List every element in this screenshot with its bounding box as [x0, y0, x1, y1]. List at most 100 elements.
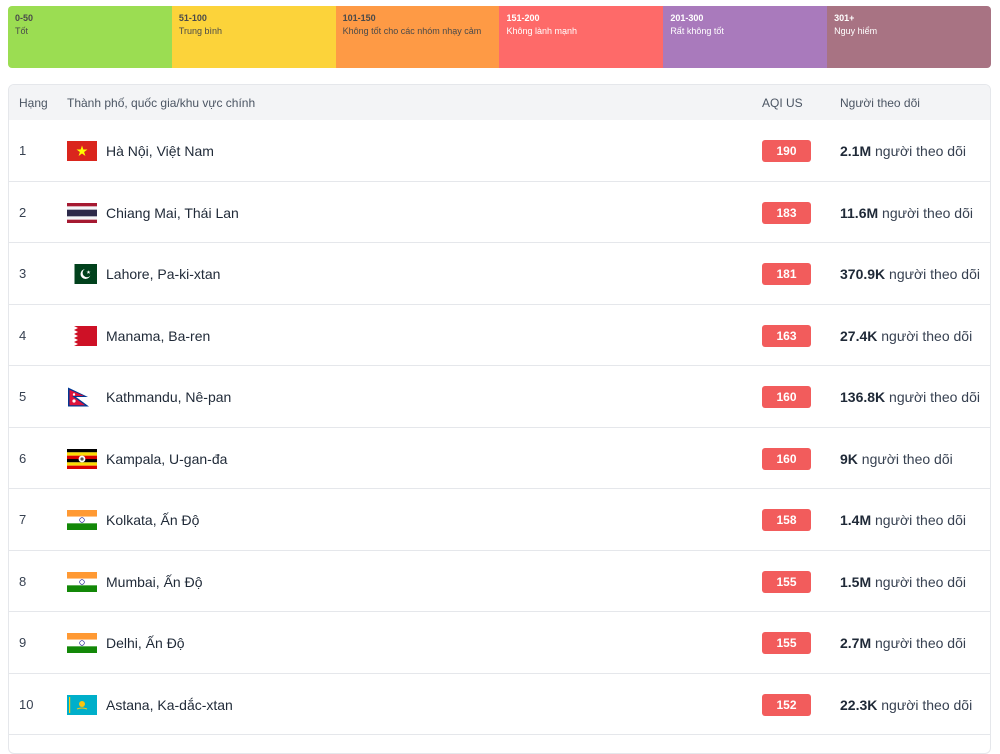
aqi-badge: 190: [762, 140, 811, 162]
followers-suffix: người theo dõi: [889, 389, 980, 405]
table-row[interactable]: 8 Mumbai, Ấn Độ 155 1.5M người theo dõi: [9, 551, 990, 612]
table-row[interactable]: 7 Kolkata, Ấn Độ 158 1.4M người theo dõi: [9, 489, 990, 551]
table-row[interactable]: 2 Chiang Mai, Thái Lan 183 11.6M người t…: [9, 182, 990, 243]
table-row[interactable]: 10 Astana, Ka-dắc-xtan 152 22.3K người t…: [9, 674, 990, 735]
followers-suffix: người theo dõi: [875, 143, 966, 159]
india-flag-icon: [67, 510, 97, 530]
legend-unhealthy: 151-200 Không lành mạnh: [499, 6, 664, 68]
table-row[interactable]: 1 Hà Nội, Việt Nam 190 2.1M người theo d…: [9, 120, 990, 182]
table-row[interactable]: 5 Kathmandu, Nê-pan 160 136.8K người the…: [9, 366, 990, 428]
table-row[interactable]: 4 Manama, Ba-ren 163 27.4K người theo dõ…: [9, 305, 990, 366]
city-link[interactable]: Hà Nội, Việt Nam: [106, 143, 214, 159]
aqi-badge: 160: [762, 386, 811, 408]
followers-count: 2.1M: [840, 143, 872, 159]
city-link[interactable]: Kampala, U-gan-đa: [106, 451, 227, 467]
legend-range: 0-50: [15, 13, 34, 23]
legend-range: 301+: [834, 13, 855, 23]
followers-suffix: người theo dõi: [881, 696, 973, 713]
rank-cell: 10: [19, 696, 34, 712]
aqi-badge: 183: [762, 201, 811, 224]
legend-hazardous: 301+ Nguy hiểm: [827, 6, 991, 68]
india-flag-icon: [67, 633, 97, 653]
followers-count: 136.8K: [840, 389, 886, 405]
rank-cell: 5: [19, 389, 27, 404]
rank-cell: 8: [19, 573, 27, 589]
legend-range: 101-150: [342, 13, 376, 23]
city-ranking-table: Hạng Thành phố, quốc gia/khu vực chính A…: [8, 84, 991, 754]
vietnam-flag-icon: [67, 141, 97, 161]
followers-cell: 11.6M người theo dõi: [840, 205, 973, 221]
legend-range: 51-100: [178, 13, 207, 23]
legend-label: Rất không tốt: [670, 26, 724, 36]
table-row[interactable]: 6 Kampala, U-gan-đa 160 9K người theo dõ…: [9, 428, 990, 489]
thailand-flag-icon: [67, 202, 97, 223]
aqi-legend: 0-50 Tốt 51-100 Trung bình 101-150 Không…: [8, 6, 991, 68]
table-row[interactable]: 3 Lahore, Pa-ki-xtan 181 370.9K người th…: [9, 243, 990, 305]
followers-count: 22.3K: [840, 696, 878, 713]
kazakhstan-flag-icon: [67, 694, 97, 715]
followers-suffix: người theo dõi: [875, 573, 966, 590]
followers-count: 11.6M: [840, 204, 879, 221]
bahrain-flag-icon: [67, 325, 97, 346]
aqi-badge: 152: [762, 693, 811, 716]
city-link[interactable]: Astana, Ka-dắc-xtan: [106, 697, 233, 713]
city-link[interactable]: Delhi, Ấn Độ: [106, 635, 185, 651]
followers-cell: 2.7M người theo dõi: [840, 635, 966, 651]
followers-suffix: người theo dõi: [881, 327, 973, 344]
aqi-badge: 155: [762, 570, 811, 593]
followers-cell: 22.3K người theo dõi: [840, 697, 972, 713]
city-link[interactable]: Mumbai, Ấn Độ: [106, 574, 202, 590]
followers-suffix: người theo dõi: [875, 635, 966, 651]
followers-suffix: người theo dõi: [889, 266, 980, 282]
followers-cell: 9K người theo dõi: [840, 451, 953, 467]
aqi-badge: 158: [762, 509, 811, 531]
followers-cell: 136.8K người theo dõi: [840, 389, 980, 405]
legend-label: Nguy hiểm: [834, 26, 878, 36]
aqi-badge: 163: [762, 324, 811, 347]
followers-cell: 2.1M người theo dõi: [840, 143, 966, 159]
table-row[interactable]: 9 Delhi, Ấn Độ 155 2.7M người theo dõi: [9, 612, 990, 674]
header-rank: Hạng: [19, 96, 48, 110]
rank-cell: 9: [19, 635, 27, 650]
rank-cell: 6: [19, 450, 27, 466]
followers-count: 2.7M: [840, 635, 872, 651]
followers-suffix: người theo dõi: [875, 512, 966, 528]
city-link[interactable]: Chiang Mai, Thái Lan: [106, 205, 239, 221]
followers-count: 1.5M: [840, 573, 872, 590]
legend-range: 151-200: [506, 13, 540, 23]
rank-cell: 1: [19, 143, 27, 158]
city-link[interactable]: Lahore, Pa-ki-xtan: [106, 266, 220, 282]
header-followers: Người theo dõi: [840, 96, 920, 110]
header-aqi: AQI US: [762, 96, 803, 110]
followers-suffix: người theo dõi: [861, 450, 953, 467]
followers-cell: 27.4K người theo dõi: [840, 328, 972, 344]
legend-label: Không lành mạnh: [506, 26, 578, 36]
followers-count: 370.9K: [840, 266, 886, 282]
city-link[interactable]: Kolkata, Ấn Độ: [106, 512, 199, 528]
city-link[interactable]: Kathmandu, Nê-pan: [106, 389, 231, 405]
legend-sensitive: 101-150 Không tốt cho các nhóm nhạy cảm: [335, 6, 500, 68]
header-city: Thành phố, quốc gia/khu vực chính: [67, 96, 256, 110]
legend-range: 201-300: [670, 13, 704, 23]
nepal-flag-icon: [67, 387, 97, 407]
followers-suffix: người theo dõi: [882, 204, 973, 221]
legend-good: 0-50 Tốt: [8, 6, 172, 68]
followers-cell: 1.4M người theo dõi: [840, 512, 966, 528]
rank-cell: 4: [19, 327, 27, 343]
legend-moderate: 51-100 Trung bình: [171, 6, 336, 68]
legend-label: Không tốt cho các nhóm nhạy cảm: [342, 26, 482, 36]
pakistan-flag-icon: [67, 264, 97, 284]
table-header: Hạng Thành phố, quốc gia/khu vực chính A…: [9, 85, 990, 120]
followers-count: 9K: [840, 450, 858, 467]
city-link[interactable]: Manama, Ba-ren: [106, 328, 210, 344]
rank-cell: 7: [19, 512, 27, 527]
uganda-flag-icon: [67, 448, 97, 469]
rank-cell: 3: [19, 266, 27, 281]
followers-cell: 370.9K người theo dõi: [840, 266, 980, 282]
aqi-badge: 181: [762, 263, 811, 285]
followers-count: 27.4K: [840, 327, 878, 344]
aqi-badge: 160: [762, 447, 811, 470]
legend-label: Trung bình: [178, 26, 223, 36]
aqi-badge: 155: [762, 632, 811, 654]
followers-cell: 1.5M người theo dõi: [840, 574, 966, 590]
